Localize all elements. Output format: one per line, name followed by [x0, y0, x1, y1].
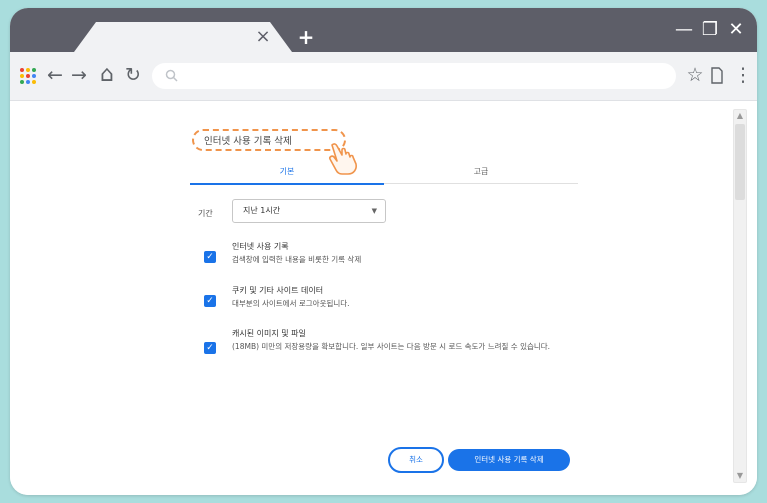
dialog-tabs: 기본 고급: [190, 163, 578, 185]
page-content: 인터넷 사용 기록 삭제 기본 고급 기간 지난 1시간 ▼ ✓ 인터넷 사용 …: [10, 101, 757, 495]
apps-dot: [26, 74, 30, 78]
checkbox-cache[interactable]: ✓: [204, 342, 216, 354]
page-icon[interactable]: [710, 67, 724, 84]
option-description: (18MB) 미만의 저장용량을 확보합니다. 일부 사이트는 다음 방문 시 …: [232, 342, 551, 351]
address-bar[interactable]: [152, 63, 676, 89]
back-icon[interactable]: ←: [44, 64, 66, 86]
option-cookies: ✓ 쿠키 및 기타 사이트 데이터 대부분의 사이트에서 로그아웃됩니다.: [204, 285, 574, 315]
chevron-down-icon: ▼: [371, 207, 377, 215]
tab-advanced[interactable]: 고급: [384, 163, 578, 184]
browser-toolbar: ← → ⌂ ↻ ☆ ⋮: [10, 52, 757, 101]
title-bar: × + — ❐ ✕: [10, 8, 757, 52]
search-icon: [165, 69, 178, 82]
tab-close-icon[interactable]: ×: [254, 28, 272, 46]
time-range-label: 기간: [198, 209, 213, 218]
home-icon[interactable]: ⌂: [96, 64, 118, 86]
cancel-button[interactable]: 취소: [388, 447, 444, 473]
reload-icon[interactable]: ↻: [122, 64, 144, 86]
close-icon[interactable]: ✕: [727, 21, 745, 39]
option-description: 검색창에 입력한 내용을 비롯한 기록 삭제: [232, 255, 362, 264]
option-browsing-history: ✓ 인터넷 사용 기록 검색창에 입력한 내용을 비롯한 기록 삭제: [204, 241, 574, 271]
apps-dot: [26, 80, 30, 84]
apps-dot: [32, 68, 36, 72]
tab-basic[interactable]: 기본: [190, 163, 384, 185]
new-tab-icon[interactable]: +: [296, 27, 316, 48]
scroll-up-icon[interactable]: ▲: [734, 110, 746, 122]
bookmark-star-icon[interactable]: ☆: [684, 64, 706, 86]
time-range-value: 지난 1시간: [243, 206, 281, 215]
scrollbar[interactable]: ▲ ▼: [733, 109, 747, 483]
checkbox-browsing-history[interactable]: ✓: [204, 251, 216, 263]
forward-icon[interactable]: →: [68, 64, 90, 86]
restore-icon[interactable]: ❐: [701, 21, 719, 39]
minimize-icon[interactable]: —: [675, 21, 693, 39]
option-title: 인터넷 사용 기록: [232, 242, 289, 251]
apps-dot: [20, 68, 24, 72]
window-controls: — ❐ ✕: [675, 20, 745, 40]
dialog-title: 인터넷 사용 기록 삭제: [192, 129, 346, 151]
checkbox-cookies[interactable]: ✓: [204, 295, 216, 307]
option-title: 쿠키 및 기타 사이트 데이터: [232, 286, 324, 295]
apps-dot: [32, 80, 36, 84]
apps-grid-icon[interactable]: [20, 68, 36, 84]
clear-data-button[interactable]: 인터넷 사용 기록 삭제: [448, 449, 570, 471]
option-cache: ✓ 캐시된 이미지 및 파일 (18MB) 미만의 저장용량을 확보합니다. 일…: [204, 328, 574, 372]
option-title: 캐시된 이미지 및 파일: [232, 329, 306, 338]
scroll-thumb[interactable]: [735, 124, 745, 200]
browser-window: × + — ❐ ✕ ← → ⌂ ↻ ☆ ⋮ 인터넷 사용 기록 삭제 기본 고급…: [10, 8, 757, 495]
time-range-select[interactable]: 지난 1시간 ▼: [232, 199, 386, 223]
apps-dot: [26, 68, 30, 72]
option-description: 대부분의 사이트에서 로그아웃됩니다.: [232, 299, 350, 308]
apps-dot: [32, 74, 36, 78]
apps-dot: [20, 80, 24, 84]
menu-icon[interactable]: ⋮: [732, 64, 754, 86]
scroll-down-icon[interactable]: ▼: [734, 470, 746, 482]
apps-dot: [20, 74, 24, 78]
